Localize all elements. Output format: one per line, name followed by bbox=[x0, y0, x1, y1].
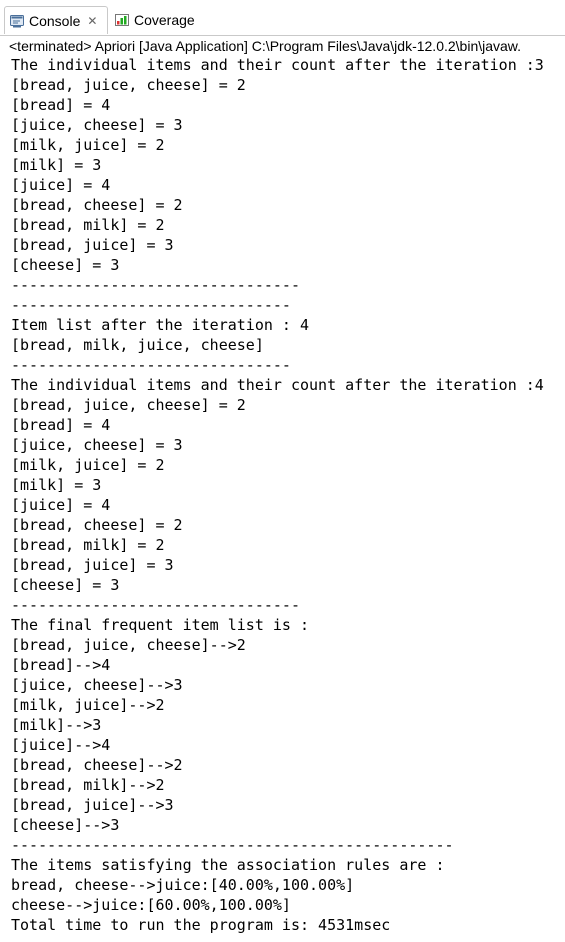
tab-coverage-label: Coverage bbox=[134, 12, 195, 28]
console-line: [cheese]-->3 bbox=[11, 816, 120, 834]
console-line: [bread, juice, cheese] = 2 bbox=[11, 396, 246, 414]
console-icon bbox=[10, 14, 24, 27]
close-icon[interactable]: ✕ bbox=[87, 15, 97, 27]
console-output[interactable]: The individual items and their count aft… bbox=[11, 55, 563, 942]
console-line: ------------------------------- bbox=[11, 296, 291, 314]
console-line: [bread] = 4 bbox=[11, 416, 111, 434]
console-line: [bread, milk] = 2 bbox=[11, 216, 165, 234]
console-line: [bread]-->4 bbox=[11, 656, 111, 674]
console-line: [cheese] = 3 bbox=[11, 256, 120, 274]
console-line: [cheese] = 3 bbox=[11, 576, 120, 594]
console-line: [bread, juice] = 3 bbox=[11, 236, 174, 254]
tab-coverage[interactable]: Coverage bbox=[112, 6, 222, 34]
console-line: [bread, cheese] = 2 bbox=[11, 196, 183, 214]
console-line: [bread, milk]-->2 bbox=[11, 776, 165, 794]
console-line: [milk, juice] = 2 bbox=[11, 456, 165, 474]
console-line: [juice, cheese] = 3 bbox=[11, 436, 183, 454]
console-line: The individual items and their count aft… bbox=[11, 56, 544, 74]
console-line: [milk, juice] = 2 bbox=[11, 136, 165, 154]
console-line: [juice] = 4 bbox=[11, 496, 111, 514]
console-line: [bread] = 4 bbox=[11, 96, 111, 114]
console-line: [milk]-->3 bbox=[11, 716, 102, 734]
console-line: bread, cheese-->juice:[40.00%,100.00%] bbox=[11, 876, 355, 894]
console-line: The final frequent item list is : bbox=[11, 616, 310, 634]
console-line: -------------------------------- bbox=[11, 596, 300, 614]
console-line: [bread, juice] = 3 bbox=[11, 556, 174, 574]
launch-status: <terminated> Apriori [Java Application] … bbox=[9, 38, 522, 54]
console-line: [milk] = 3 bbox=[11, 156, 102, 174]
console-line: [bread, milk] = 2 bbox=[11, 536, 165, 554]
console-line: [bread, cheese]-->2 bbox=[11, 756, 183, 774]
coverage-icon bbox=[115, 14, 129, 26]
console-line: -------------------------------- bbox=[11, 276, 300, 294]
console-line: [bread, juice]-->3 bbox=[11, 796, 174, 814]
console-line: [juice, cheese]-->3 bbox=[11, 676, 183, 694]
console-line: [milk, juice]-->2 bbox=[11, 696, 165, 714]
console-line: Item list after the iteration : 4 bbox=[11, 316, 310, 334]
tab-console[interactable]: Console ✕ bbox=[4, 6, 108, 34]
tab-console-label: Console bbox=[29, 12, 81, 29]
console-line: Total time to run the program is: 4531ms… bbox=[11, 916, 391, 934]
console-line: ----------------------------------------… bbox=[11, 836, 454, 854]
console-line: cheese-->juice:[60.00%,100.00%] bbox=[11, 896, 291, 914]
console-line: [juice]-->4 bbox=[11, 736, 111, 754]
console-line: [milk] = 3 bbox=[11, 476, 102, 494]
console-line: [juice, cheese] = 3 bbox=[11, 116, 183, 134]
console-line: [bread, milk, juice, cheese] bbox=[11, 336, 264, 354]
console-line: [bread, cheese] = 2 bbox=[11, 516, 183, 534]
console-line: The items satisfying the association rul… bbox=[11, 856, 445, 874]
console-line: ------------------------------- bbox=[11, 356, 291, 374]
console-line: [bread, juice, cheese] = 2 bbox=[11, 76, 246, 94]
view-tab-bar: Console ✕ Coverage bbox=[0, 0, 565, 36]
console-line: [juice] = 4 bbox=[11, 176, 111, 194]
console-line: [bread, juice, cheese]-->2 bbox=[11, 636, 246, 654]
console-line: The individual items and their count aft… bbox=[11, 376, 544, 394]
